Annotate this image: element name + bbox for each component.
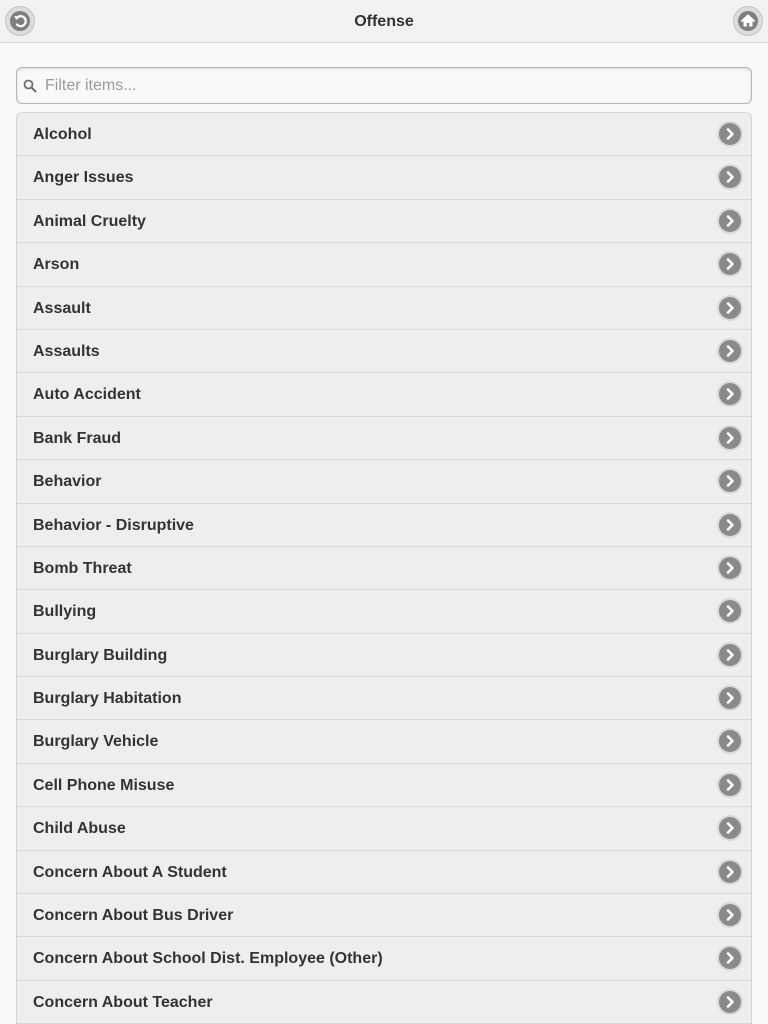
offense-list: Alcohol Anger Issues Animal Cruelty Arson As…: [16, 112, 752, 1024]
chevron-right-icon: [719, 209, 741, 232]
list-item-label: Anger Issues: [33, 169, 134, 187]
chevron-right-icon: [719, 253, 741, 276]
list-item-label: Animal Cruelty: [33, 212, 146, 230]
list-item[interactable]: Bank Fraud: [17, 416, 751, 461]
list-item[interactable]: Concern About A Student: [17, 850, 751, 895]
list-item-label: Burglary Habitation: [33, 690, 182, 708]
list-item-label: Burglary Building: [33, 646, 168, 664]
list-item[interactable]: Bomb Threat: [17, 546, 751, 591]
list-item[interactable]: Bullying: [17, 590, 751, 634]
chevron-right-icon: [719, 166, 741, 189]
list-item-label: Burglary Vehicle: [33, 733, 159, 751]
list-item[interactable]: Concern About Teacher: [17, 980, 751, 1024]
list-item[interactable]: Burglary Habitation: [17, 677, 751, 721]
chevron-right-icon: [719, 990, 741, 1013]
chevron-right-icon: [719, 947, 741, 970]
list-item-label: Assault: [33, 299, 91, 317]
list-item-label: Bomb Threat: [33, 559, 132, 577]
list-item-label: Arson: [33, 256, 80, 274]
list-item-label: Assaults: [33, 342, 100, 360]
list-item[interactable]: Animal Cruelty: [17, 199, 751, 244]
list-item[interactable]: Child Abuse: [17, 807, 751, 851]
chevron-right-icon: [719, 339, 741, 362]
list-item-label: Alcohol: [33, 126, 92, 143]
chevron-right-icon: [719, 513, 741, 536]
list-item[interactable]: Alcohol: [17, 113, 751, 157]
list-item-label: Concern About School Dist. Employee (Oth…: [33, 950, 383, 968]
list-item-label: Behavior - Disruptive: [33, 516, 194, 534]
list-item[interactable]: Concern About Bus Driver: [17, 894, 751, 938]
list-item-label: Cell Phone Misuse: [33, 776, 175, 794]
list-item[interactable]: Anger Issues: [17, 156, 751, 200]
search-icon: [23, 79, 37, 93]
home-button[interactable]: [733, 6, 763, 36]
list-item-label: Concern About A Student: [33, 863, 227, 881]
chevron-right-icon: [719, 817, 741, 840]
list-item[interactable]: Concern About School Dist. Employee (Oth…: [17, 937, 751, 981]
list-item[interactable]: Burglary Vehicle: [17, 720, 751, 764]
list-item-label: Bank Fraud: [33, 429, 122, 447]
list-item-label: Child Abuse: [33, 820, 126, 838]
chevron-right-icon: [719, 426, 741, 449]
list-item[interactable]: Cell Phone Misuse: [17, 763, 751, 808]
list-item[interactable]: Behavior - Disruptive: [17, 503, 751, 547]
list-item-label: Behavior: [33, 473, 102, 491]
chevron-right-icon: [719, 904, 741, 927]
list-item[interactable]: Assaults: [17, 329, 751, 374]
chevron-right-icon: [719, 470, 741, 493]
chevron-right-icon: [719, 643, 741, 666]
chevron-right-icon: [719, 123, 741, 145]
list-item[interactable]: Arson: [17, 243, 751, 287]
list-item-label: Concern About Bus Driver: [33, 907, 234, 925]
chevron-right-icon: [719, 860, 741, 883]
chevron-right-icon: [719, 600, 741, 623]
list-item-label: Concern About Teacher: [33, 993, 213, 1011]
chevron-right-icon: [719, 730, 741, 753]
search-box: [16, 67, 752, 104]
list-item[interactable]: Behavior: [17, 460, 751, 504]
list-item[interactable]: Assault: [17, 286, 751, 330]
header-bar: Offense: [0, 0, 768, 43]
list-item[interactable]: Auto Accident: [17, 373, 751, 417]
list-item-label: Auto Accident: [33, 386, 141, 404]
list-item[interactable]: Burglary Building: [17, 633, 751, 678]
chevron-right-icon: [719, 296, 741, 319]
page-title: Offense: [354, 13, 414, 30]
chevron-right-icon: [719, 773, 741, 796]
list-item-label: Bullying: [33, 603, 97, 621]
chevron-right-icon: [719, 383, 741, 406]
chevron-right-icon: [719, 556, 741, 579]
home-icon: [740, 14, 756, 27]
search-input[interactable]: [45, 68, 745, 103]
chevron-right-icon: [719, 687, 741, 710]
